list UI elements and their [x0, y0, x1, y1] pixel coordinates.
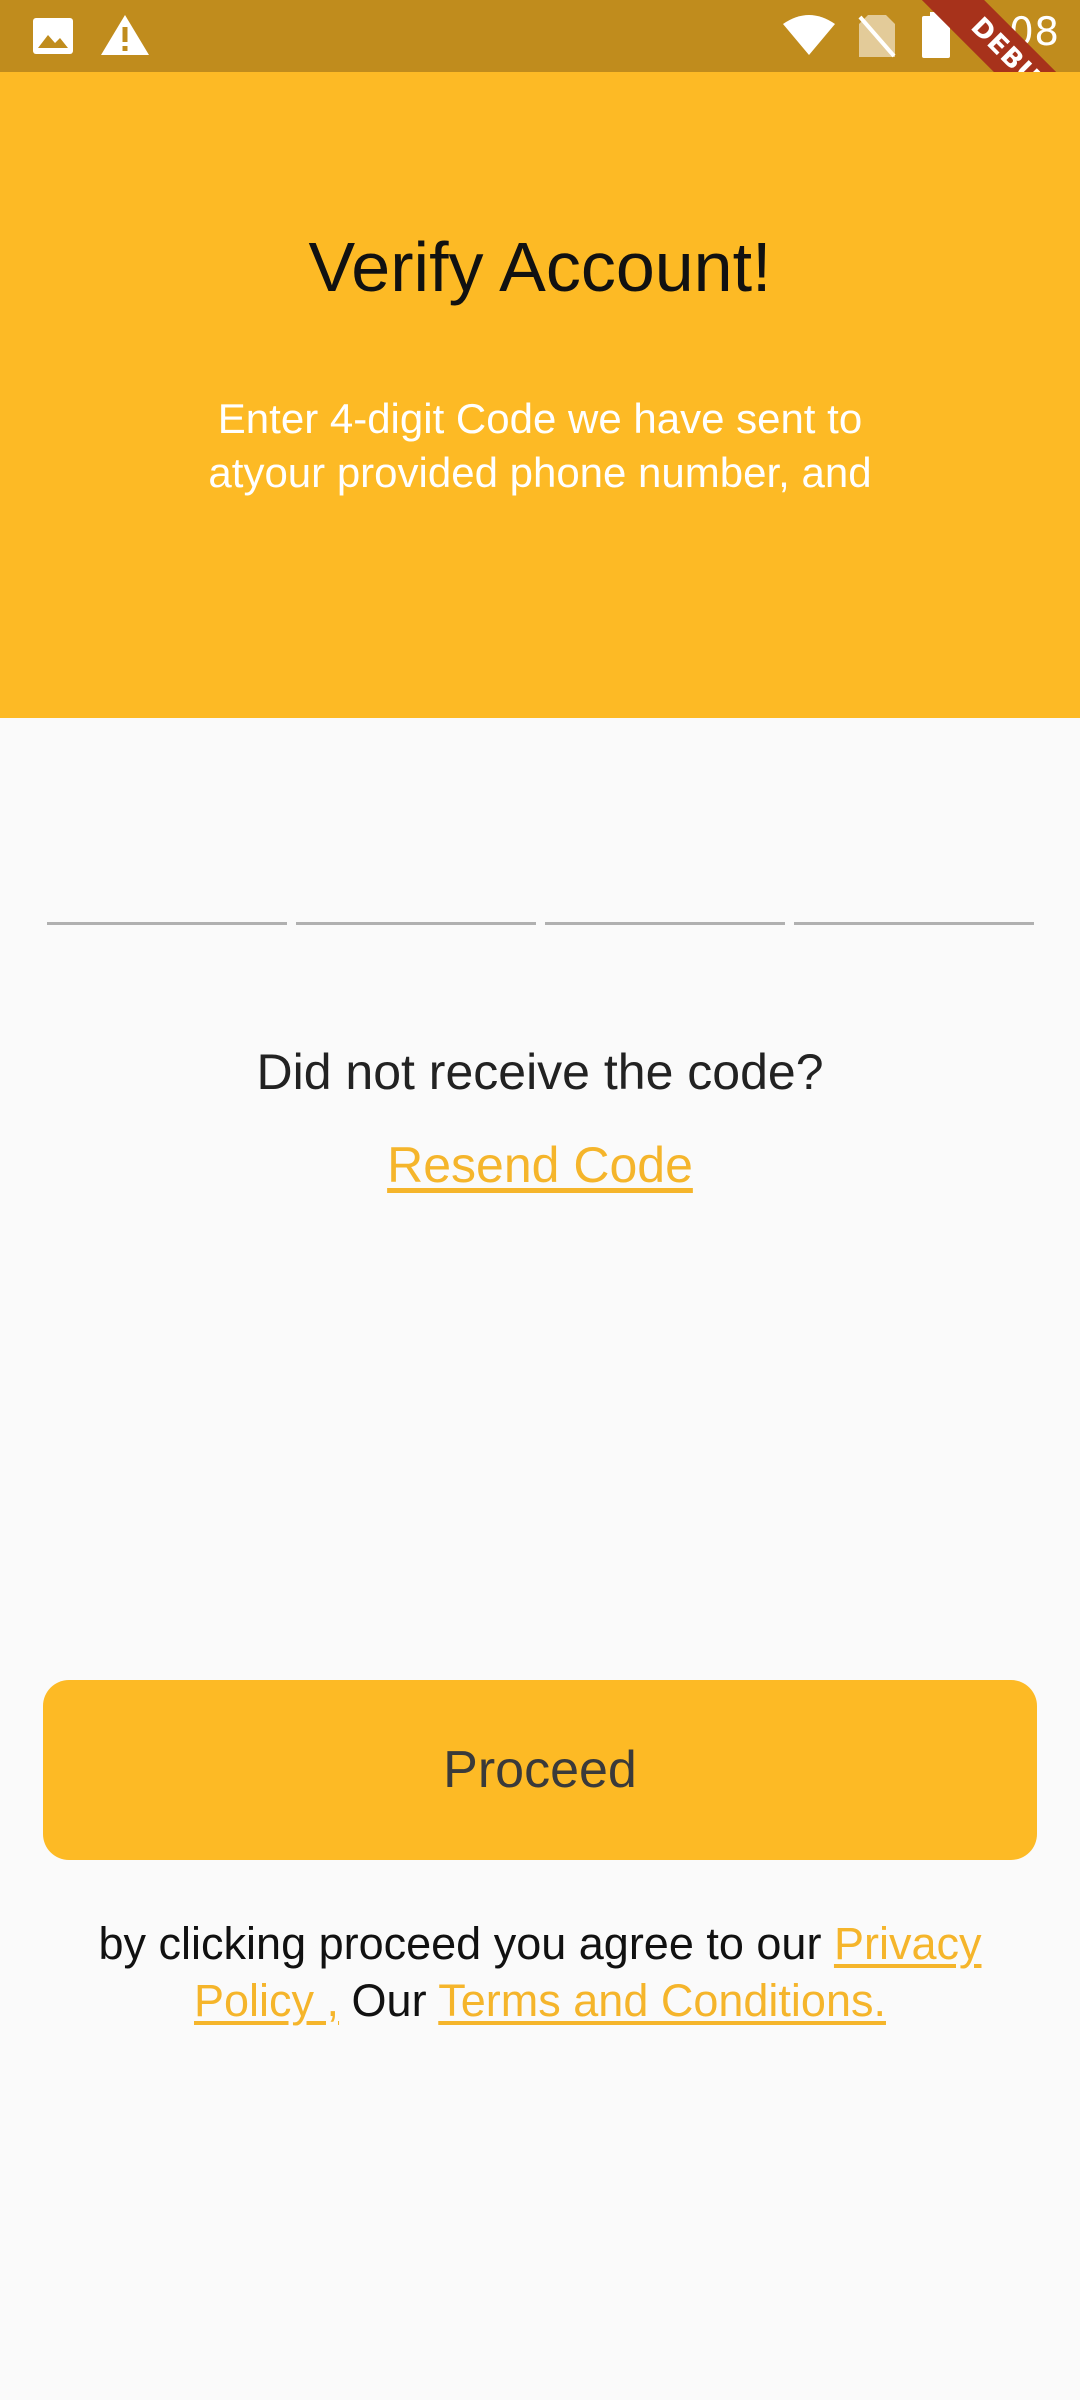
page-subtitle: Enter 4-digit Code we have sent to atyou…	[208, 395, 872, 496]
battery-icon	[922, 12, 950, 58]
proceed-button[interactable]: Proceed	[43, 1680, 1037, 1860]
terms-text: by clicking proceed you agree to our Pri…	[40, 1915, 1040, 2029]
resend-code-link[interactable]: Resend Code	[387, 1137, 693, 1193]
no-sim-icon	[858, 15, 896, 58]
resend-code-row: Resend Code	[0, 1136, 1080, 1194]
terms-middle: Our	[339, 1975, 439, 2026]
otp-input-row	[47, 840, 1034, 925]
warning-icon	[101, 15, 149, 55]
otp-digit-3-input[interactable]	[545, 840, 785, 925]
wifi-icon	[783, 15, 835, 55]
resend-question: Did not receive the code?	[256, 1044, 824, 1100]
header: Verify Account! Enter 4-digit Code we ha…	[0, 72, 1080, 718]
page-title: Verify Account!	[308, 228, 772, 306]
terms-and-conditions-link[interactable]: Terms and Conditions.	[438, 1975, 886, 2026]
otp-digit-2-input[interactable]	[296, 840, 536, 925]
terms-prefix: by clicking proceed you agree to our	[98, 1918, 834, 1969]
otp-digit-1-input[interactable]	[47, 840, 287, 925]
status-time: 9:08	[970, 10, 1060, 55]
otp-digit-4-input[interactable]	[794, 840, 1034, 925]
image-icon	[33, 18, 73, 54]
status-bar: 9:08	[0, 0, 1080, 72]
